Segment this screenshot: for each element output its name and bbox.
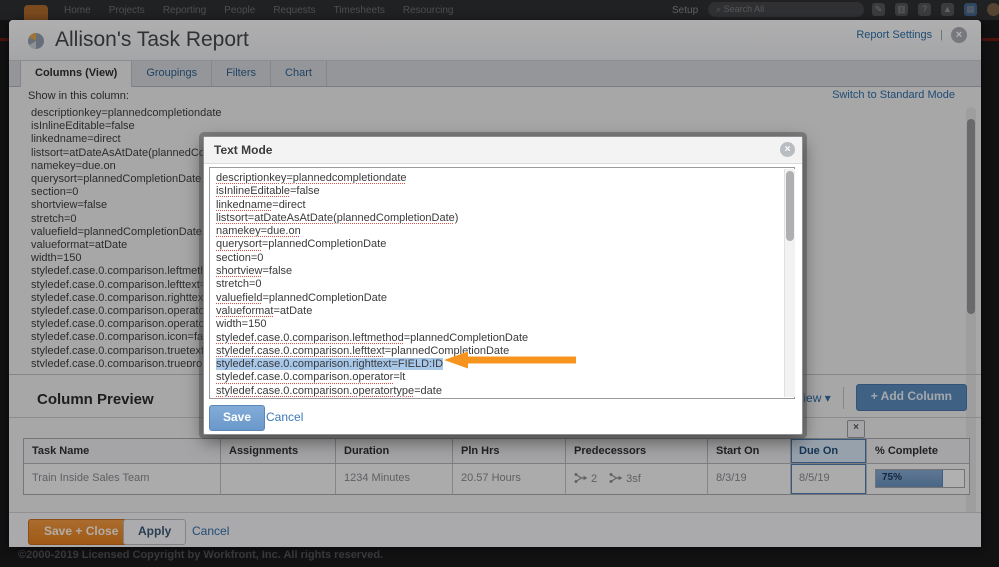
misspelled-text: valuefield — [216, 292, 262, 304]
textmode-line: isInlineEditable=false — [216, 185, 788, 198]
textmode-line: listsort=atDateAsAtDate(plannedCompletio… — [216, 212, 788, 225]
misspelled-text: isInlineEditable — [216, 185, 290, 197]
dialog-cancel-link[interactable]: Cancel — [266, 410, 303, 424]
textmode-line: styledef.case.0.comparison.operator=lt — [216, 371, 788, 384]
misspelled-text: styledef.case.0.comparison.lefttext — [216, 345, 385, 357]
textmode-line: styledef.case.0.comparison.leftmethod=pl… — [216, 332, 788, 345]
textarea-scrollbar-thumb[interactable] — [786, 171, 794, 241]
textmode-line: querysort=plannedCompletionDate — [216, 238, 788, 251]
misspelled-text: namekey=due.on — [216, 225, 301, 237]
textmode-line: namekey=due.on — [216, 225, 788, 238]
dialog-title: Text Mode — [214, 143, 272, 157]
textmode-line: linkedname=direct — [216, 199, 788, 212]
misspelled-text: listsort=atDateAsAtDate(plannedCompletio… — [216, 212, 458, 224]
misspelled-text: linkedname — [216, 199, 272, 211]
textmode-line: styledef.case.0.comparison.operatortype=… — [216, 385, 788, 398]
misspelled-text: styledef.case.0.comparison.operator — [216, 371, 393, 383]
textmode-line: section=0 — [216, 252, 788, 265]
selected-text: styledef.case.0.comparison.righttext=FIE… — [216, 358, 443, 370]
textarea-scrollbar[interactable] — [784, 169, 795, 397]
text-mode-dialog: Text Mode × descriptionkey=plannedcomple… — [203, 136, 803, 435]
dialog-titlebar: Text Mode × — [204, 137, 802, 164]
dialog-close-icon[interactable]: × — [780, 142, 795, 157]
textmode-line: stretch=0 — [216, 278, 788, 291]
screen: HomeProjectsReportingPeopleRequestsTimes… — [0, 0, 999, 567]
annotation-arrow — [444, 351, 576, 369]
textmode-line: valueformat=atDate — [216, 305, 788, 318]
misspelled-text: descriptionkey=plannedcompletiondate — [216, 172, 407, 184]
misspelled-text: valueformat — [216, 305, 273, 317]
textmode-line: descriptionkey=plannedcompletiondate — [216, 172, 788, 185]
textmode-line: valuefield=plannedCompletionDate — [216, 292, 788, 305]
textmode-line: width=150 — [216, 318, 788, 331]
dialog-save-button[interactable]: Save — [209, 405, 265, 431]
textmode-line: shortview=false — [216, 265, 788, 278]
misspelled-text: querysort — [216, 238, 262, 250]
misspelled-text: shortview — [216, 265, 262, 277]
misspelled-text: styledef.case.0.comparison.operatortype — [216, 385, 414, 397]
misspelled-text: styledef.case.0.comparison.leftmethod — [216, 332, 404, 344]
